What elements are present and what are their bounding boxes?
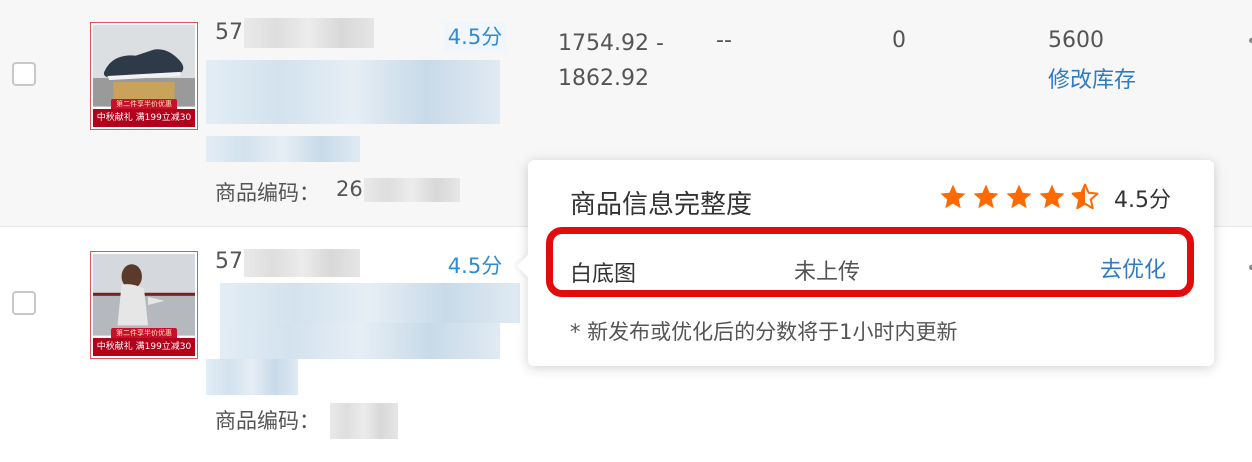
redacted-title-line <box>220 283 520 323</box>
redacted-id <box>244 18 374 48</box>
redacted-title-line <box>206 100 500 124</box>
row-checkbox[interactable] <box>12 62 36 86</box>
product-thumbnail[interactable]: 第二件享半价优惠 中秋献礼 满199立减30 <box>90 22 198 130</box>
product-id: 57 <box>215 249 243 274</box>
shoe-image <box>93 25 195 107</box>
row-checkbox[interactable] <box>12 291 36 315</box>
highlight-box <box>546 227 1194 297</box>
half-star-icon <box>1071 183 1099 210</box>
star-icon <box>973 184 999 209</box>
optimize-link[interactable]: 去优化 <box>1100 252 1166 284</box>
redacted-title-line <box>206 60 500 100</box>
price-range-line: 1754.92 - <box>558 31 664 56</box>
count-value: 0 <box>892 28 906 53</box>
product-id: 57 <box>215 20 243 45</box>
overflow-mark: ∙ <box>1246 30 1252 51</box>
item-label: 白底图 <box>570 262 637 287</box>
overflow-mark: ∙ <box>1246 257 1252 278</box>
info-score-link[interactable]: 4.5分 <box>444 251 506 281</box>
star-rating <box>938 182 1100 212</box>
star-icon <box>940 184 966 209</box>
update-note: * 新发布或优化后的分数将于1小时内更新 <box>570 320 958 344</box>
item-status: 未上传 <box>794 260 861 285</box>
redacted-id <box>244 249 360 277</box>
model-image <box>93 254 195 336</box>
product-code-label: 商品编码： <box>215 181 320 205</box>
promo-banner: 中秋献礼 满199立减30 <box>93 109 195 127</box>
popover-title: 商品信息完整度 <box>570 190 753 220</box>
price-range: 1754.92 - 1862.92 <box>558 26 664 96</box>
product-code-label: 商品编码： <box>215 409 320 433</box>
product-code-value: 26 <box>336 177 363 201</box>
price-range-line: 1862.92 <box>558 66 649 91</box>
product-thumbnail[interactable]: 第二件享半价优惠 中秋献礼 满199立减30 <box>90 251 198 359</box>
redacted-title-line <box>206 136 360 162</box>
redacted-title-line <box>220 323 500 359</box>
stock-value: 5600 <box>1048 28 1104 53</box>
info-completeness-popover: 商品信息完整度 4.5分 白底图 未上传 去优化 * 新发布或优化后的分数将于1… <box>516 160 1214 366</box>
star-icon <box>1006 184 1032 209</box>
redacted-code <box>364 178 460 202</box>
promo-subbanner: 第二件享半价优惠 <box>111 99 177 109</box>
redacted-code <box>330 403 398 439</box>
edit-stock-link[interactable]: 修改库存 <box>1048 62 1136 94</box>
empty-value: -- <box>716 28 732 53</box>
redacted-title-line <box>206 359 298 395</box>
star-icon <box>1039 184 1065 209</box>
info-score-link[interactable]: 4.5分 <box>444 22 506 52</box>
popover-score: 4.5分 <box>1114 188 1171 213</box>
promo-subbanner: 第二件享半价优惠 <box>111 328 177 338</box>
promo-banner: 中秋献礼 满199立减30 <box>93 338 195 356</box>
